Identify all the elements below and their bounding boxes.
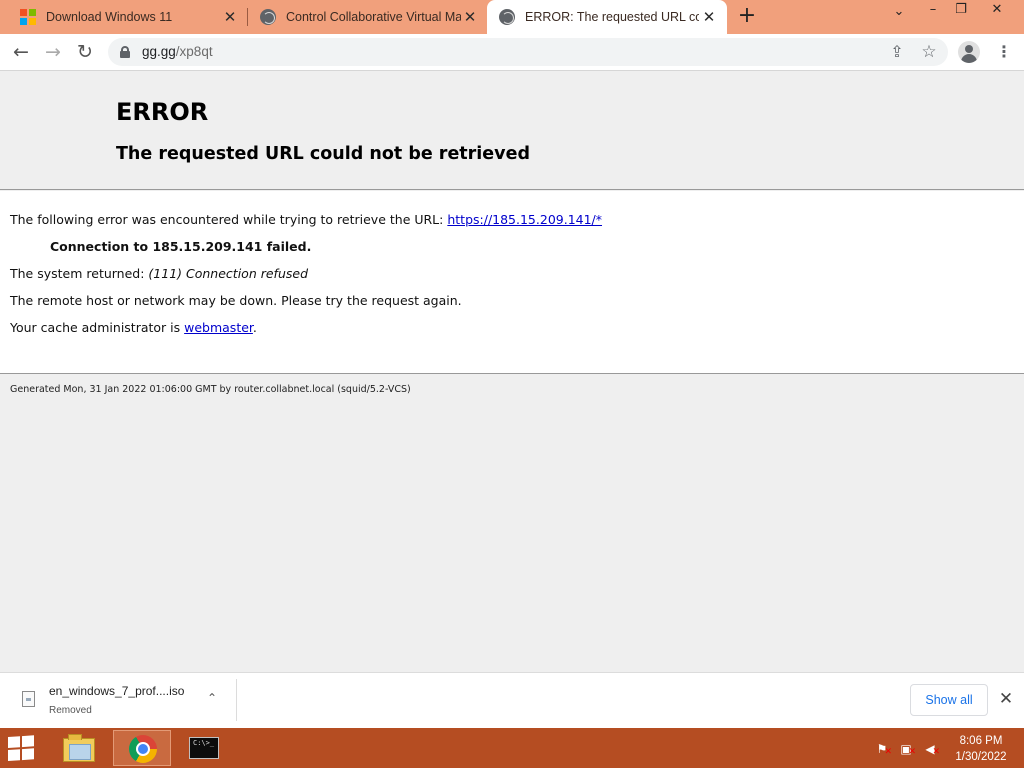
show-all-button[interactable]: Show all xyxy=(910,684,988,716)
profile-avatar-icon[interactable] xyxy=(958,41,980,63)
file-icon xyxy=(22,691,35,707)
system-returned-line: The system returned: (111) Connection re… xyxy=(10,266,308,281)
volume-muted-icon[interactable]: ◀ ✕ xyxy=(922,741,940,757)
back-button[interactable]: ← xyxy=(8,40,34,66)
download-status: Removed xyxy=(49,705,92,716)
close-icon[interactable]: ✕ xyxy=(462,9,478,25)
share-icon[interactable]: ⇪ xyxy=(886,41,908,63)
new-tab-button[interactable]: + xyxy=(736,5,758,28)
webmaster-link[interactable]: webmaster xyxy=(184,320,253,335)
cmd-icon: C:\>_ xyxy=(189,737,219,759)
divider xyxy=(236,679,237,721)
taskbar: C:\>_ ⚑ ✕ ▣ ✕ ◀ ✕ 8:06 PM 1/30/2022 xyxy=(0,728,1024,768)
tab-title: Control Collaborative Virtual Ma xyxy=(286,10,461,24)
tab-title: Download Windows 11 xyxy=(46,10,173,24)
connection-failed-text: Connection to 185.15.209.141 failed. xyxy=(50,239,312,254)
taskbar-chrome[interactable] xyxy=(113,730,171,766)
windows-logo-icon xyxy=(8,735,38,762)
url-text[interactable]: gg.gg/xp8qt xyxy=(142,44,213,59)
cache-admin-period: . xyxy=(252,320,257,335)
remote-down-text: The remote host or network may be down. … xyxy=(10,293,462,308)
start-button[interactable] xyxy=(8,735,38,762)
cmd-glyph: C:\>_ xyxy=(193,739,215,747)
window-close-button[interactable]: ✕ xyxy=(982,2,1012,17)
page-content: ERROR The requested URL could not be ret… xyxy=(0,72,1024,672)
forward-button[interactable]: → xyxy=(40,40,66,66)
page-subtitle: The requested URL could not be retrieved xyxy=(116,144,530,164)
tab-search-dropdown-icon[interactable]: ⌄ xyxy=(884,4,914,19)
error-intro-text: The following error was encountered whil… xyxy=(10,212,448,227)
microsoft-logo-icon xyxy=(20,9,36,25)
minimize-button[interactable]: – xyxy=(918,2,948,17)
taskbar-file-explorer[interactable] xyxy=(50,730,108,766)
reload-button[interactable]: ↻ xyxy=(72,40,98,66)
network-icon[interactable]: ▣ ✕ xyxy=(898,741,916,757)
close-icon[interactable]: ✕ xyxy=(222,9,238,25)
tab-error-active[interactable]: ERROR: The requested URL could ✕ xyxy=(487,0,727,34)
download-shelf: en_windows_7_prof....iso Removed ⌃ Show … xyxy=(0,672,1024,728)
restore-button[interactable]: ❐ xyxy=(946,2,976,17)
error-url-link[interactable]: https://185.15.209.141/* xyxy=(447,212,602,227)
tab-strip: Download Windows 11 ✕ Control Collaborat… xyxy=(0,0,1024,34)
taskbar-command-prompt[interactable]: C:\>_ xyxy=(175,730,233,766)
error-intro-line: The following error was encountered whil… xyxy=(10,212,602,227)
error-header: ERROR The requested URL could not be ret… xyxy=(0,72,1024,190)
tab-title: ERROR: The requested URL could xyxy=(525,10,699,24)
generated-footer: Generated Mon, 31 Jan 2022 01:06:00 GMT … xyxy=(10,384,411,395)
tab-download-windows[interactable]: Download Windows 11 ✕ xyxy=(0,0,246,34)
tab-control-collaborative[interactable]: Control Collaborative Virtual Ma ✕ xyxy=(248,0,484,34)
download-file-name[interactable]: en_windows_7_prof....iso xyxy=(49,684,184,698)
cache-admin-label: Your cache administrator is xyxy=(10,320,185,335)
globe-icon xyxy=(260,9,276,25)
menu-icon[interactable]: ⋮ xyxy=(996,41,1012,63)
action-center-flag-icon[interactable]: ⚑ ✕ xyxy=(874,741,892,757)
system-returned-value: (111) Connection refused xyxy=(148,266,308,281)
clock-date: 1/30/2022 xyxy=(955,751,1007,763)
close-icon[interactable]: ✕ xyxy=(701,9,717,25)
url-host: gg.gg xyxy=(142,44,176,59)
close-shelf-icon[interactable]: ✕ xyxy=(996,689,1016,709)
lock-icon[interactable] xyxy=(120,46,130,58)
system-clock[interactable]: 8:06 PM 1/30/2022 xyxy=(946,733,1016,765)
globe-icon xyxy=(499,9,515,25)
browser-toolbar: ← → ↻ gg.gg/xp8qt ⇪ ☆ ⋮ xyxy=(0,34,1024,71)
bookmark-star-icon[interactable]: ☆ xyxy=(918,41,940,63)
cache-admin-line: Your cache administrator is webmaster. xyxy=(10,320,257,335)
chrome-icon xyxy=(129,735,157,763)
folder-icon xyxy=(63,734,95,762)
error-body: The following error was encountered whil… xyxy=(0,191,1024,374)
clock-time: 8:06 PM xyxy=(959,735,1003,747)
address-bar[interactable]: gg.gg/xp8qt ⇪ ☆ xyxy=(108,38,948,66)
chevron-up-icon[interactable]: ⌃ xyxy=(204,691,220,707)
url-path: /xp8qt xyxy=(175,44,213,59)
page-title: ERROR xyxy=(116,98,209,126)
system-returned-label: The system returned: xyxy=(10,266,149,281)
